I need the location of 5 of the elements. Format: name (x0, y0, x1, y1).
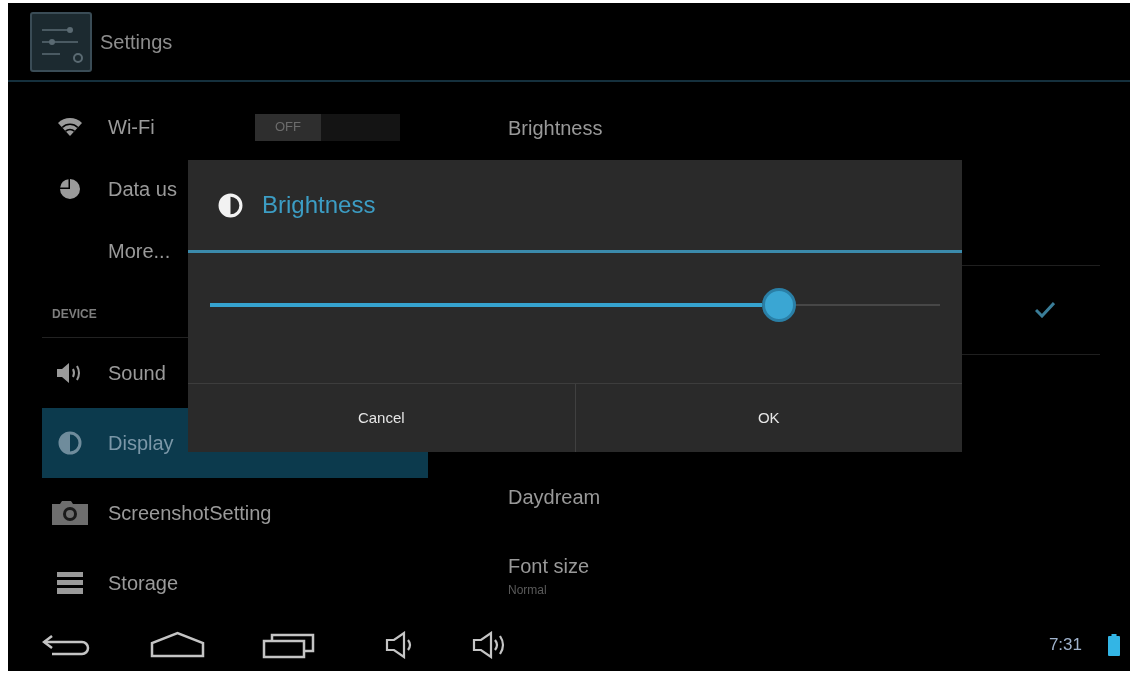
setting-summary: Normal (508, 582, 548, 599)
section-header: DEVICE (52, 306, 97, 323)
clock-time: 7:31 (1048, 633, 1082, 656)
app-title: Settings (100, 29, 173, 55)
dialog-title: Brightness (262, 190, 376, 220)
